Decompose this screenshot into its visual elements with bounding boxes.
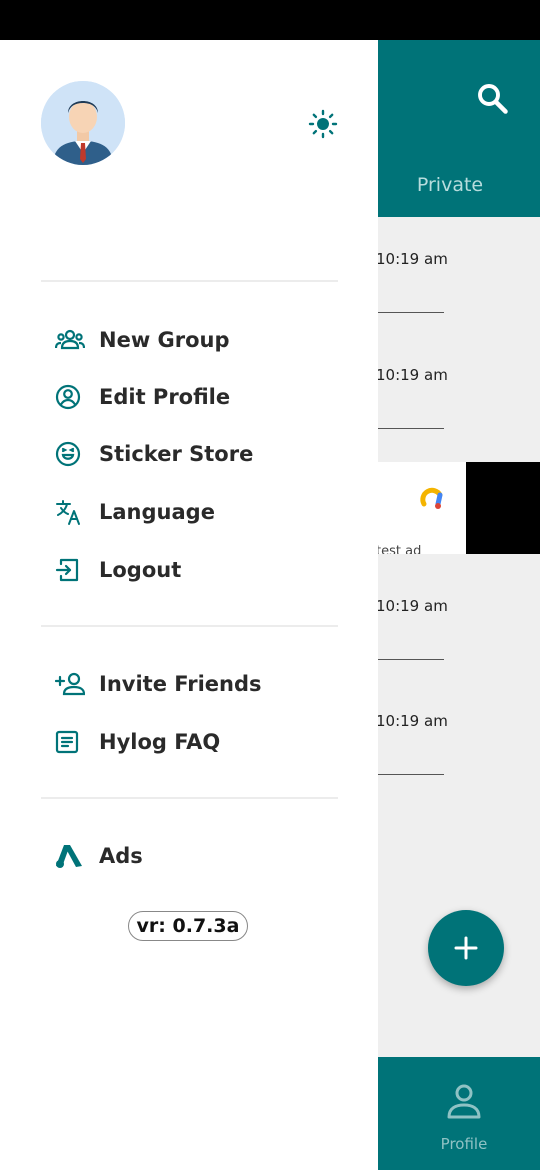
menu-item-invite-friends[interactable]: Invite Friends: [41, 659, 341, 709]
divider: [41, 280, 338, 282]
chat-divider: [378, 312, 444, 313]
translate-icon: [41, 487, 97, 537]
account-circle-icon: [41, 372, 97, 422]
menu-label: Edit Profile: [99, 385, 231, 409]
menu-item-language[interactable]: Language: [41, 487, 341, 537]
menu-label: Sticker Store: [99, 442, 254, 466]
menu-item-logout[interactable]: Logout: [41, 545, 341, 595]
plus-icon: [454, 936, 478, 960]
nav-profile-label: Profile: [440, 1135, 488, 1153]
sun-icon: [308, 109, 338, 139]
add-person-icon: [41, 659, 97, 709]
chat-time: 10:19 am: [376, 250, 448, 268]
menu-item-edit-profile[interactable]: Edit Profile: [41, 372, 341, 422]
menu-item-new-group[interactable]: New Group: [41, 315, 341, 365]
ad-text: test ad: [376, 544, 422, 554]
article-icon: [41, 717, 97, 767]
logout-icon: [41, 545, 97, 595]
chat-time: 10:19 am: [376, 366, 448, 384]
menu-label: Hylog FAQ: [99, 730, 221, 754]
chat-divider: [378, 428, 444, 429]
search-icon: [478, 84, 508, 114]
chat-time: 10:19 am: [376, 597, 448, 615]
menu-item-sticker-store[interactable]: Sticker Store: [41, 429, 341, 479]
menu-item-faq[interactable]: Hylog FAQ: [41, 717, 341, 767]
divider: [41, 625, 338, 627]
group-icon: [41, 315, 97, 365]
divider: [41, 797, 338, 799]
menu-label: Ads: [99, 844, 143, 868]
sticker-icon: [41, 429, 97, 479]
avatar[interactable]: [41, 81, 125, 165]
person-icon: [447, 1084, 481, 1119]
menu-label: Invite Friends: [99, 672, 262, 696]
menu-label: Language: [99, 500, 215, 524]
theme-toggle-button[interactable]: [306, 107, 340, 141]
ads-icon: [41, 831, 97, 881]
version-badge: vr: 0.7.3a: [128, 911, 248, 941]
menu-item-ads[interactable]: Ads: [41, 831, 341, 881]
nav-profile[interactable]: Profile: [420, 1077, 508, 1157]
menu-label: New Group: [99, 328, 230, 352]
status-bar: [0, 0, 540, 40]
chat-divider: [378, 774, 444, 775]
tab-private[interactable]: Private: [400, 174, 500, 196]
navigation-drawer: New Group Edit Profile Sticker Store Lan…: [0, 40, 378, 1170]
user-avatar-icon: [41, 81, 125, 165]
chat-divider: [378, 659, 444, 660]
adsense-icon: [420, 487, 443, 509]
menu-label: Logout: [99, 558, 182, 582]
new-chat-fab[interactable]: [428, 910, 504, 986]
search-button[interactable]: [470, 76, 514, 120]
ad-image: [466, 462, 540, 554]
chat-time: 10:19 am: [376, 712, 448, 730]
